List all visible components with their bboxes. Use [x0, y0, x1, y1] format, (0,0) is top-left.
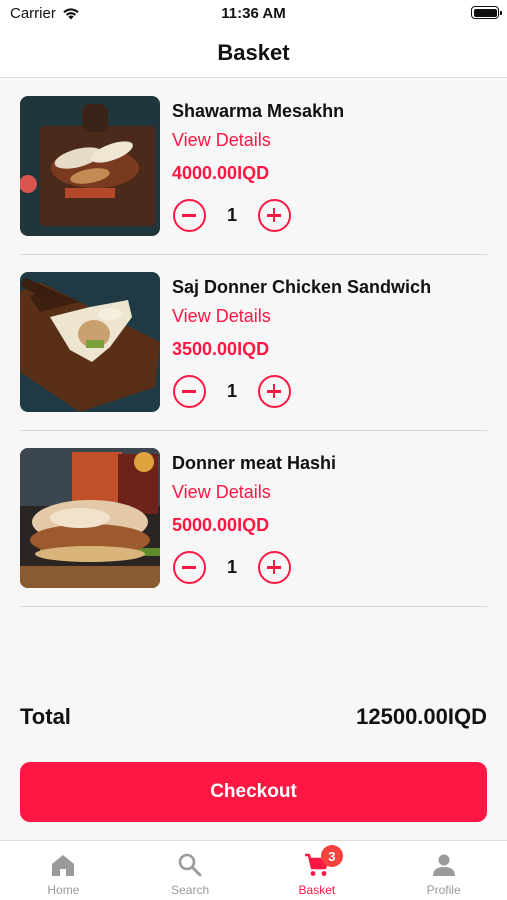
item-price: 3500.00IQD — [172, 339, 270, 359]
minus-icon — [182, 390, 196, 393]
quantity-stepper: 1 — [173, 551, 291, 584]
battery-icon — [471, 6, 502, 19]
decrease-quantity-button[interactable] — [173, 375, 206, 408]
cart-badge: 3 — [320, 845, 343, 867]
shawarma-mesakhn-photo — [20, 96, 160, 236]
donner-meat-hashi-photo — [20, 448, 160, 588]
tab-label: Search — [171, 883, 210, 897]
quantity-value: 1 — [226, 557, 237, 577]
tab-label: Basket — [298, 883, 336, 897]
quantity-stepper: 1 — [173, 375, 291, 408]
view-details-link[interactable]: View Details — [172, 482, 271, 503]
tab-home[interactable]: Home — [0, 841, 127, 900]
tab-label: Profile — [426, 883, 461, 897]
home-icon — [52, 855, 75, 876]
search-icon — [178, 853, 202, 877]
total-row: Total 12500.00IQD — [20, 704, 487, 736]
minus-icon — [182, 566, 196, 569]
quantity-value: 1 — [226, 381, 237, 401]
tab-label: Home — [47, 883, 80, 897]
status-time: 11:36 AM — [221, 5, 286, 22]
item-name: Saj Donner Chicken Sandwich — [172, 277, 432, 297]
cart-icon-wrap: 3 — [303, 845, 343, 879]
tab-basket[interactable]: 3 Basket — [254, 841, 381, 900]
item-image[interactable] — [20, 96, 160, 236]
minus-icon — [182, 214, 196, 217]
view-details-link[interactable]: View Details — [172, 130, 271, 151]
page-title: Basket — [217, 39, 290, 65]
quantity-value: 1 — [226, 205, 237, 225]
item-price: 4000.00IQD — [172, 163, 270, 183]
tab-search[interactable]: Search — [127, 841, 254, 900]
basket-list: Shawarma Mesakhn View Details 4000.00IQD… — [20, 79, 487, 607]
item-image[interactable] — [20, 448, 160, 588]
decrease-quantity-button[interactable] — [173, 551, 206, 584]
person-icon — [432, 854, 455, 876]
checkout-button[interactable]: Checkout — [20, 762, 487, 822]
increase-quantity-button[interactable] — [258, 199, 291, 232]
basket-item: Donner meat Hashi View Details 5000.00IQ… — [20, 431, 487, 607]
item-image[interactable] — [20, 272, 160, 412]
item-name: Shawarma Mesakhn — [172, 101, 345, 121]
increase-quantity-button[interactable] — [258, 375, 291, 408]
increase-quantity-button[interactable] — [258, 551, 291, 584]
total-value: 12500.00IQD — [356, 704, 487, 729]
tab-profile[interactable]: Profile — [380, 841, 507, 900]
item-name: Donner meat Hashi — [172, 453, 337, 473]
tab-bar: Home Search 3 Basket Profile — [0, 840, 507, 900]
quantity-stepper: 1 — [173, 199, 291, 232]
status-bar: Carrier 11:36 AM — [0, 0, 507, 28]
basket-item: Saj Donner Chicken Sandwich View Details… — [20, 255, 487, 431]
decrease-quantity-button[interactable] — [173, 199, 206, 232]
saj-donner-chicken-photo — [20, 272, 160, 412]
nav-bar: Basket — [0, 28, 507, 78]
basket-item: Shawarma Mesakhn View Details 4000.00IQD… — [20, 79, 487, 255]
total-label: Total — [20, 704, 71, 729]
item-price: 5000.00IQD — [172, 515, 270, 535]
view-details-link[interactable]: View Details — [172, 306, 271, 327]
